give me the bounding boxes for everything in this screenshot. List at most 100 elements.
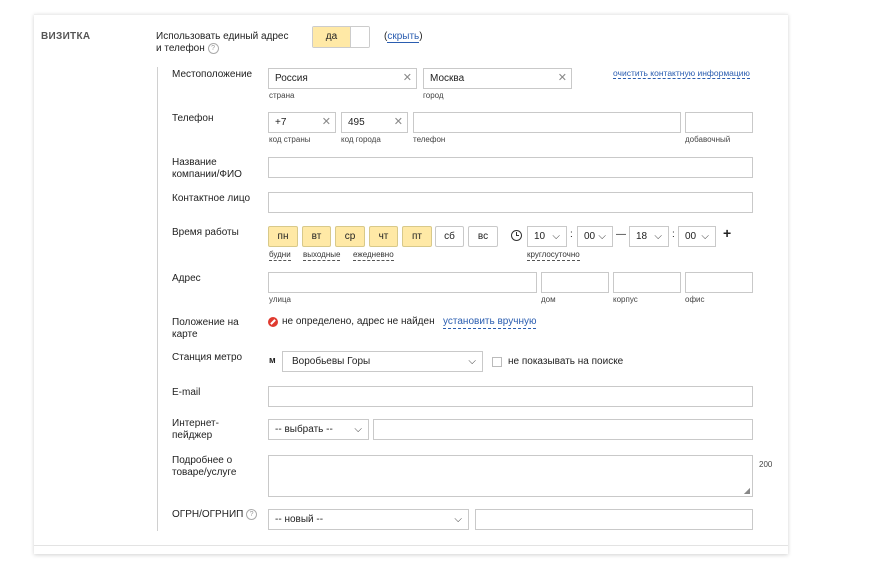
- section-title: ВИЗИТКА: [41, 31, 91, 42]
- time-dash: —: [616, 229, 626, 240]
- from-minute-value: 00: [584, 231, 596, 242]
- phone-country-code-value: +7: [275, 117, 287, 128]
- metro-value: Воробьевы Горы: [292, 356, 371, 367]
- from-minute-select[interactable]: 00 ⌵: [577, 226, 613, 247]
- phone-ext-field[interactable]: [685, 112, 753, 133]
- from-hour-select[interactable]: 10 ⌵: [527, 226, 567, 247]
- group-divider: [157, 67, 158, 531]
- error-icon-slash: [270, 319, 276, 325]
- details-counter: 200: [759, 460, 773, 469]
- company-label: Название компании/ФИО: [172, 157, 242, 180]
- clear-icon[interactable]: ✕: [322, 113, 331, 132]
- set-manually-link[interactable]: установить вручную: [443, 316, 537, 329]
- phone-country-code-field[interactable]: +7 ✕: [268, 112, 336, 133]
- ogrn-select-value: -- новый --: [275, 514, 324, 525]
- pager-label: Интернет-пейджер: [172, 418, 219, 441]
- country-value: Россия: [275, 73, 308, 84]
- chevron-down-icon: ⌵: [468, 356, 476, 367]
- phone-number-sub: телефон: [413, 135, 446, 144]
- street-field[interactable]: [268, 272, 537, 293]
- preset-weekdays[interactable]: будни: [269, 250, 291, 261]
- help-icon[interactable]: ?: [207, 43, 219, 54]
- toggle-yes[interactable]: да: [313, 27, 350, 47]
- day-tue[interactable]: вт: [302, 226, 331, 247]
- phone-label: Телефон: [172, 113, 214, 124]
- chevron-down-icon: ⌵: [598, 231, 606, 242]
- country-code-sub: код страны: [269, 135, 311, 144]
- country-sub: страна: [269, 91, 295, 100]
- country-field[interactable]: Россия ✕: [268, 68, 417, 89]
- chevron-down-icon: ⌵: [701, 231, 709, 242]
- clear-contact-link[interactable]: очистить контактную информацию: [613, 68, 750, 79]
- building-field[interactable]: [613, 272, 681, 293]
- contact-field[interactable]: [268, 192, 753, 213]
- unified-label: Использовать единый адрес и телефон ?: [156, 31, 296, 55]
- ogrn-label-text: ОГРН/ОГРНИП: [172, 509, 244, 521]
- metro-label: Станция метро: [172, 352, 243, 363]
- colon-2: :: [672, 229, 675, 240]
- pager-field[interactable]: [373, 419, 753, 440]
- metro-icon: м: [269, 355, 276, 365]
- office-field[interactable]: [685, 272, 753, 293]
- phone-ext-sub: добавочный: [685, 135, 731, 144]
- to-minute-select[interactable]: 00 ⌵: [678, 226, 716, 247]
- chevron-down-icon: ⌵: [654, 231, 662, 242]
- phone-number-field[interactable]: [413, 112, 681, 133]
- map-status: не определено, адрес не найден: [282, 316, 435, 327]
- hide-link[interactable]: скрыть: [387, 31, 420, 43]
- bottom-divider: [34, 545, 788, 546]
- clock-hand-h: [516, 235, 519, 236]
- unified-toggle[interactable]: да: [312, 26, 370, 48]
- ogrn-field[interactable]: [475, 509, 753, 530]
- ogrn-select[interactable]: -- новый -- ⌵: [268, 509, 469, 530]
- location-label: Местоположение: [172, 69, 253, 80]
- phone-city-code-value: 495: [348, 117, 365, 128]
- hide-metro-checkbox[interactable]: [492, 357, 502, 367]
- day-thu[interactable]: чт: [369, 226, 398, 247]
- chevron-down-icon: ⌵: [552, 231, 560, 242]
- house-field[interactable]: [541, 272, 609, 293]
- pager-select-value: -- выбрать --: [275, 424, 333, 435]
- day-sun[interactable]: вс: [468, 226, 498, 247]
- from-hour-value: 10: [534, 231, 546, 242]
- email-label: E-mail: [172, 387, 201, 398]
- hide-link-wrap: (скрыть): [384, 31, 423, 43]
- metro-select[interactable]: Воробьевы Горы ⌵: [282, 351, 483, 372]
- city-code-sub: код города: [341, 135, 381, 144]
- toggle-knob[interactable]: [350, 27, 369, 47]
- day-mon[interactable]: пн: [268, 226, 298, 247]
- clear-icon[interactable]: ✕: [403, 69, 412, 88]
- help-icon[interactable]: ?: [246, 509, 258, 520]
- to-hour-select[interactable]: 18 ⌵: [629, 226, 669, 247]
- error-icon: [268, 317, 278, 327]
- day-wed[interactable]: ср: [335, 226, 365, 247]
- city-field[interactable]: Москва ✕: [423, 68, 572, 89]
- colon-1: :: [570, 229, 573, 240]
- clear-icon[interactable]: ✕: [394, 113, 403, 132]
- preset-weekends[interactable]: выходные: [303, 250, 341, 261]
- around-clock-link[interactable]: круглосуточно: [527, 250, 580, 261]
- pager-select[interactable]: -- выбрать -- ⌵: [268, 419, 369, 440]
- hide-metro-label: не показывать на поиске: [508, 356, 624, 367]
- day-sat[interactable]: сб: [435, 226, 464, 247]
- resize-handle-icon[interactable]: ◢: [744, 487, 750, 495]
- day-fri[interactable]: пт: [402, 226, 432, 247]
- add-interval-button[interactable]: +: [723, 225, 731, 241]
- clear-icon[interactable]: ✕: [558, 69, 567, 88]
- chevron-down-icon: ⌵: [354, 424, 362, 435]
- unified-label-text: Использовать единый адрес и телефон: [156, 31, 289, 55]
- details-textarea[interactable]: ◢: [268, 455, 753, 497]
- street-sub: улица: [269, 295, 291, 304]
- clock-icon: [511, 230, 522, 241]
- building-sub: корпус: [613, 295, 638, 304]
- city-sub: город: [423, 91, 444, 100]
- map-label: Положение на карте: [172, 317, 239, 340]
- email-field[interactable]: [268, 386, 753, 407]
- phone-city-code-field[interactable]: 495 ✕: [341, 112, 408, 133]
- company-field[interactable]: [268, 157, 753, 178]
- chevron-down-icon: ⌵: [454, 514, 462, 525]
- office-sub: офис: [685, 295, 705, 304]
- preset-daily[interactable]: ежедневно: [353, 250, 394, 261]
- to-minute-value: 00: [685, 231, 697, 242]
- to-hour-value: 18: [636, 231, 648, 242]
